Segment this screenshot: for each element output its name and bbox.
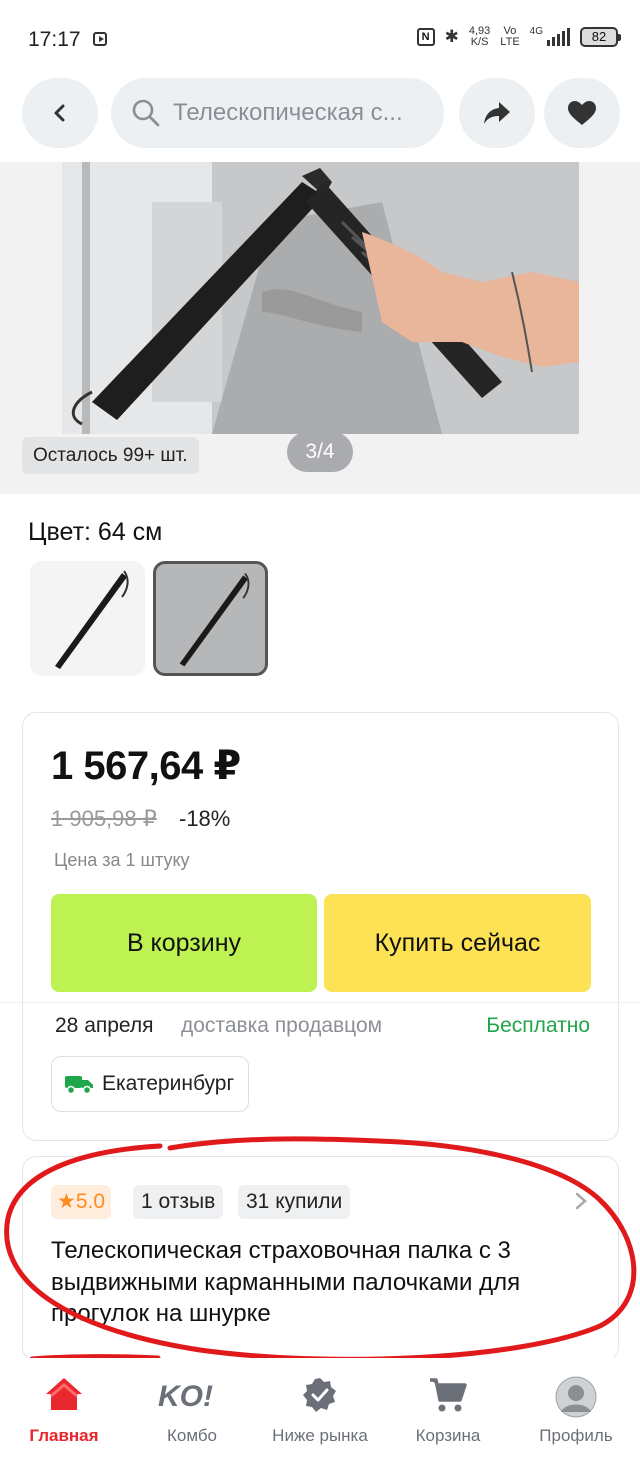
color-swatch-selected[interactable] — [153, 561, 268, 676]
status-time: 17:17 — [28, 28, 81, 51]
bottom-tab-bar: Главная KO! Комбо Ниже рынка Корзина Про… — [0, 1358, 640, 1458]
network-speed: 4,93 K/S — [469, 26, 490, 48]
home-icon — [46, 1378, 82, 1410]
tab-profile[interactable]: Профиль — [526, 1358, 626, 1458]
product-gallery[interactable]: Осталось 99+ шт. 3/4 — [0, 162, 640, 494]
baton-photo-illustration — [62, 162, 579, 434]
cart-icon — [430, 1378, 467, 1412]
baton-thumbnail — [55, 570, 129, 669]
volte-bottom: LTE — [500, 36, 520, 48]
bought-chip: 31 купили — [238, 1185, 351, 1219]
network-type: 4G — [529, 26, 543, 37]
rating-value: 5.0 — [75, 1190, 106, 1213]
discount-percent: -18% — [179, 806, 231, 831]
baton-thumbnail — [179, 572, 250, 667]
nfc-icon: N — [416, 28, 435, 46]
search-query: Телескопическая с... — [173, 99, 403, 126]
signal-icon — [547, 28, 570, 46]
tab-kombo-label: Комбо — [166, 1426, 218, 1445]
delivery-date: 28 апреля — [55, 1014, 154, 1037]
tab-kombo[interactable]: KO! Комбо — [142, 1358, 242, 1458]
stock-badge: Осталось 99+ шт. — [22, 437, 199, 474]
delivery-method: доставка продавцом — [181, 1014, 383, 1037]
old-price: 1 905,98 ₽ — [51, 806, 157, 831]
share-icon — [484, 102, 510, 124]
tab-below-market-label: Ниже рынка — [272, 1426, 368, 1445]
product-title: Телескопическая страховочная палка с 3 в… — [51, 1237, 521, 1327]
volte-indicator: Vo LTE — [500, 26, 519, 48]
svg-text:KO!: KO! — [158, 1380, 213, 1413]
divider — [1, 1002, 640, 1003]
product-info-card[interactable]: ★5.0 1 отзыв 31 купили Телескопическая с… — [22, 1156, 619, 1361]
tab-profile-label: Профиль — [539, 1426, 613, 1445]
current-price: 1 567,64 ₽ — [51, 744, 241, 788]
reviews-chip[interactable]: 1 отзыв — [133, 1185, 224, 1219]
battery-icon: 82 — [580, 27, 621, 47]
add-to-cart-button[interactable]: В корзину — [51, 894, 317, 992]
network-speed-unit: K/S — [470, 36, 489, 48]
share-button[interactable] — [459, 78, 535, 148]
search-icon — [132, 99, 160, 127]
kombo-logo-icon: KO! — [158, 1380, 213, 1413]
tab-below-market[interactable]: Ниже рынка — [258, 1358, 382, 1458]
tab-cart[interactable]: Корзина — [398, 1358, 498, 1458]
avatar — [555, 1376, 597, 1418]
battery-level: 82 — [591, 29, 607, 44]
delivery-city: Екатеринбург — [102, 1072, 235, 1095]
color-label: Цвет: 64 см — [28, 518, 163, 546]
back-button[interactable] — [22, 78, 98, 148]
tab-cart-label: Корзина — [415, 1426, 481, 1445]
chevron-right-icon[interactable] — [574, 1191, 588, 1211]
screen-record-icon — [93, 32, 107, 46]
price-per-unit: Цена за 1 штуку — [54, 850, 190, 870]
search-input[interactable]: Телескопическая с... — [111, 78, 444, 148]
buy-now-button[interactable]: Купить сейчас — [324, 894, 591, 992]
status-bar: 17:17 N ✱ 4,93 K/S Vo LTE 4G 82 — [0, 0, 640, 80]
status-icons: N ✱ 4,93 K/S Vo LTE 4G 82 — [416, 26, 621, 48]
favorite-button[interactable] — [544, 78, 620, 148]
color-swatch[interactable] — [30, 561, 145, 676]
product-photo[interactable] — [62, 162, 579, 434]
tab-home-label: Главная — [29, 1426, 99, 1445]
badge-check-icon — [303, 1378, 336, 1412]
heart-icon — [568, 101, 596, 125]
tab-home[interactable]: Главная — [14, 1358, 114, 1458]
star-icon: ★ — [57, 1190, 76, 1213]
truck-icon — [65, 1076, 93, 1095]
gallery-pager: 3/4 — [287, 432, 353, 472]
price-card: 1 567,64 ₽ 1 905,98 ₽ -18% Цена за 1 шту… — [1, 712, 640, 1141]
bluetooth-icon: ✱ — [444, 27, 459, 46]
top-navigation: Телескопическая с... — [0, 78, 640, 150]
chevron-left-icon — [54, 104, 65, 122]
rating-badge[interactable]: ★5.0 — [51, 1185, 112, 1219]
delivery-cost: Бесплатно — [486, 1014, 590, 1037]
delivery-city-button[interactable]: Екатеринбург — [51, 1056, 250, 1112]
